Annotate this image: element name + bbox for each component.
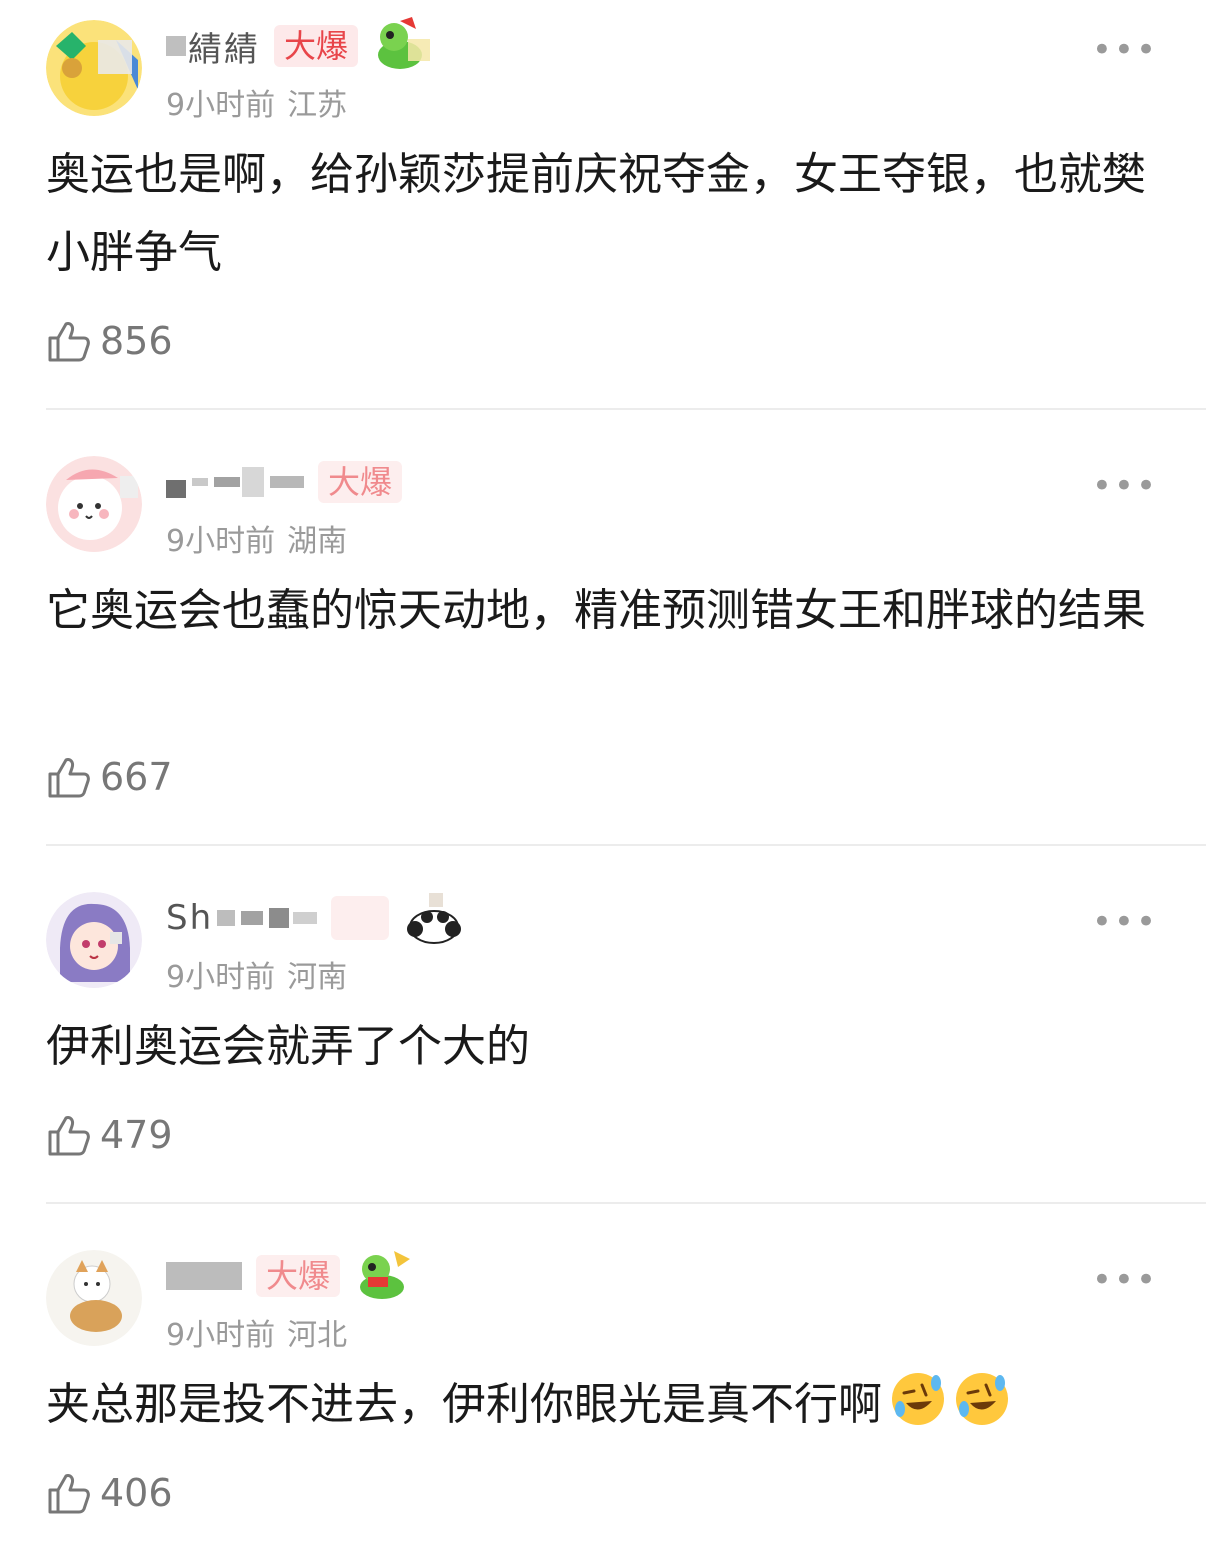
comment-item: 大爆 9小时前 河北 ••• 夹总那是投不进去，伊利你眼光是真不行啊 406: [0, 1230, 1206, 1551]
more-options-button[interactable]: •••: [1092, 466, 1158, 506]
thumbs-up-icon: [48, 758, 90, 798]
like-count: 406: [100, 1471, 173, 1515]
comment-item: 綪綪 大爆 9小时前 江苏 ••• 奥运也是啊，给孙颖莎提前庆祝夺金，女王夺银，也…: [0, 0, 1206, 436]
avatar[interactable]: [46, 1250, 142, 1346]
avatar-image: [46, 456, 142, 552]
timestamp: 9小时前: [166, 1318, 276, 1353]
comment-text-body: 夹总那是投不进去，伊利你眼光是真不行啊: [46, 1379, 882, 1430]
comment-text: 伊利奥运会就弄了个大的: [46, 1021, 530, 1072]
divider: [46, 1202, 1206, 1204]
username[interactable]: 綪綪: [166, 22, 260, 71]
comment-meta: 9小时前 河南: [166, 952, 347, 996]
like-count: 667: [100, 755, 173, 799]
avatar[interactable]: [46, 456, 142, 552]
avatar-image: [46, 1250, 142, 1346]
region: 江苏: [287, 88, 348, 123]
comment-meta: 9小时前 河北: [166, 1310, 347, 1354]
like-count: 479: [100, 1113, 173, 1157]
snake-sticker-icon: [372, 15, 434, 77]
comment-text: 夹总那是投不进去，伊利你眼光是真不行啊: [46, 1366, 1166, 1444]
region: 河北: [287, 1318, 348, 1353]
timestamp: 9小时前: [166, 960, 276, 995]
like-count: 856: [100, 319, 173, 363]
comment-text: 它奥运会也蠢的惊天动地，精准预测错女王和胖球的结果: [46, 585, 1146, 636]
thumbs-up-icon: [48, 322, 90, 362]
avatar[interactable]: [46, 892, 142, 988]
snake-sticker-icon: [354, 1245, 416, 1307]
like-button[interactable]: 479: [46, 1112, 173, 1158]
region: 湖南: [287, 524, 348, 559]
status-badge: 大爆: [256, 1254, 341, 1298]
comment-item: 大爆 9小时前 湖南 ••• 它奥运会也蠢的惊天动地，精准预测错女王和胖球的结果 …: [0, 436, 1206, 872]
comment-meta: 9小时前 江苏: [166, 80, 347, 124]
like-button[interactable]: 856: [46, 318, 173, 364]
like-button[interactable]: 667: [46, 754, 173, 800]
more-options-button[interactable]: •••: [1092, 1260, 1158, 1300]
comment-meta: 9小时前 湖南: [166, 516, 347, 560]
avatar-image: [46, 892, 142, 988]
username[interactable]: [166, 1262, 242, 1290]
rolling-on-floor-laughing-icon: [956, 1373, 1008, 1425]
status-badge: [331, 896, 390, 940]
more-options-button[interactable]: •••: [1092, 902, 1158, 942]
more-options-button[interactable]: •••: [1092, 30, 1158, 70]
username[interactable]: [166, 466, 304, 498]
rolling-on-floor-laughing-icon: [892, 1373, 944, 1425]
avatar-image: [46, 20, 142, 116]
status-badge: 大爆: [318, 460, 403, 504]
thumbs-up-icon: [48, 1474, 90, 1514]
timestamp: 9小时前: [166, 88, 276, 123]
like-button[interactable]: 406: [46, 1470, 173, 1516]
timestamp: 9小时前: [166, 524, 276, 559]
status-badge: 大爆: [274, 24, 359, 68]
avatar[interactable]: [46, 20, 142, 116]
username[interactable]: Sh: [166, 898, 318, 938]
divider: [46, 408, 1206, 410]
region: 河南: [287, 960, 348, 995]
comment-text: 奥运也是啊，给孙颖莎提前庆祝夺金，女王夺银，也就樊小胖争气: [46, 149, 1146, 278]
divider: [46, 844, 1206, 846]
comment-item: Sh 9小时前 河南 ••• 伊利奥运会就弄了个大的 479: [0, 872, 1206, 1230]
panda-sticker-icon: [403, 887, 465, 949]
thumbs-up-icon: [48, 1116, 90, 1156]
